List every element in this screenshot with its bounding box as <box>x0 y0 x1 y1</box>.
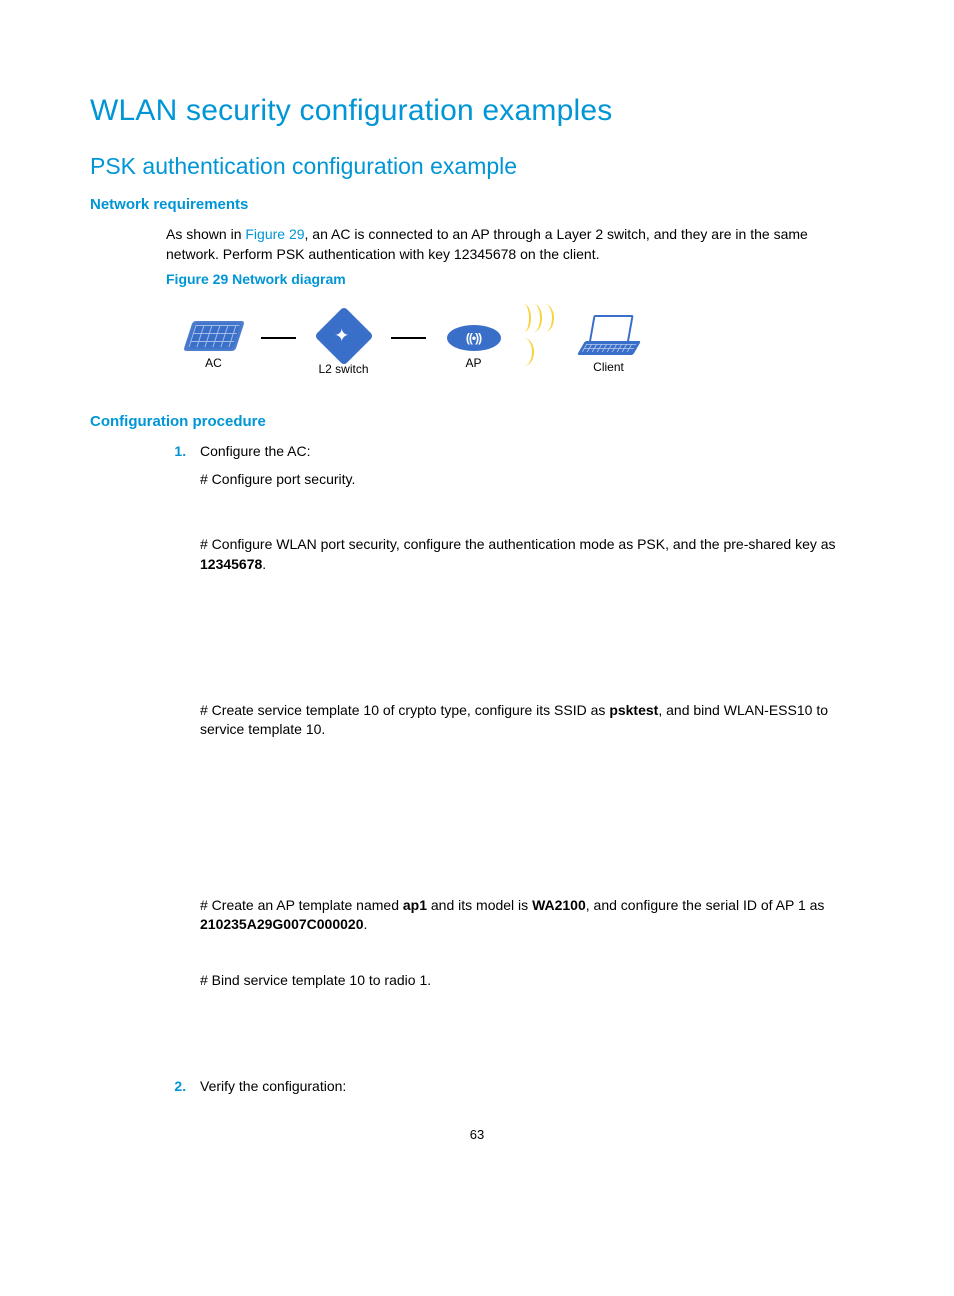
step-text: # Create service template 10 of crypto t… <box>200 701 864 740</box>
page-title: WLAN security configuration examples <box>90 90 864 132</box>
list-item: Configure the AC: <box>190 442 864 462</box>
procedure-list: Configure the AC: <box>150 442 864 462</box>
text: # Create an AP template named <box>200 897 403 913</box>
figure-caption: Figure 29 Network diagram <box>166 270 864 290</box>
step-text: # Bind service template 10 to radio 1. <box>200 971 864 991</box>
link-line <box>261 337 296 339</box>
ac-device-icon <box>183 321 245 351</box>
ac-label: AC <box>205 355 222 372</box>
ap-label: AP <box>465 355 481 372</box>
client-label: Client <box>593 359 624 376</box>
bold-value: WA2100 <box>532 897 586 913</box>
switch-icon <box>314 306 373 365</box>
step-title: Configure the AC: <box>200 443 311 459</box>
list-item: Verify the configuration: <box>190 1077 864 1097</box>
subsection-configuration-procedure: Configuration procedure <box>90 411 864 432</box>
bold-value: ap1 <box>403 897 427 913</box>
section-title: PSK authentication configuration example <box>90 150 864 182</box>
text: . <box>262 556 266 572</box>
ap-icon <box>447 325 501 351</box>
text: and its model is <box>427 897 532 913</box>
text: , and configure the serial ID of AP 1 as <box>586 897 825 913</box>
client-laptop-icon <box>581 315 637 355</box>
text: . <box>363 916 367 932</box>
procedure-list: Verify the configuration: <box>150 1077 864 1097</box>
network-diagram: AC L2 switch AP Client <box>166 304 864 389</box>
bold-value: psktest <box>609 702 658 718</box>
step-text: # Configure WLAN port security, configur… <box>200 535 864 574</box>
text: # Configure WLAN port security, configur… <box>200 536 836 552</box>
step-title: Verify the configuration: <box>200 1078 346 1094</box>
wireless-waves-icon <box>521 304 561 371</box>
link-line <box>391 337 426 339</box>
subsection-network-requirements: Network requirements <box>90 194 864 215</box>
bold-value: 12345678 <box>200 556 262 572</box>
step-text: # Configure port security. <box>200 470 864 490</box>
step-text: # Create an AP template named ap1 and it… <box>200 896 864 935</box>
text: # Create service template 10 of crypto t… <box>200 702 609 718</box>
bold-value: 210235A29G007C000020 <box>200 916 363 932</box>
figure-link[interactable]: Figure 29 <box>245 226 304 242</box>
page-number: 63 <box>90 1126 864 1144</box>
intro-paragraph: As shown in Figure 29, an AC is connecte… <box>166 225 864 264</box>
text: As shown in <box>166 226 245 242</box>
